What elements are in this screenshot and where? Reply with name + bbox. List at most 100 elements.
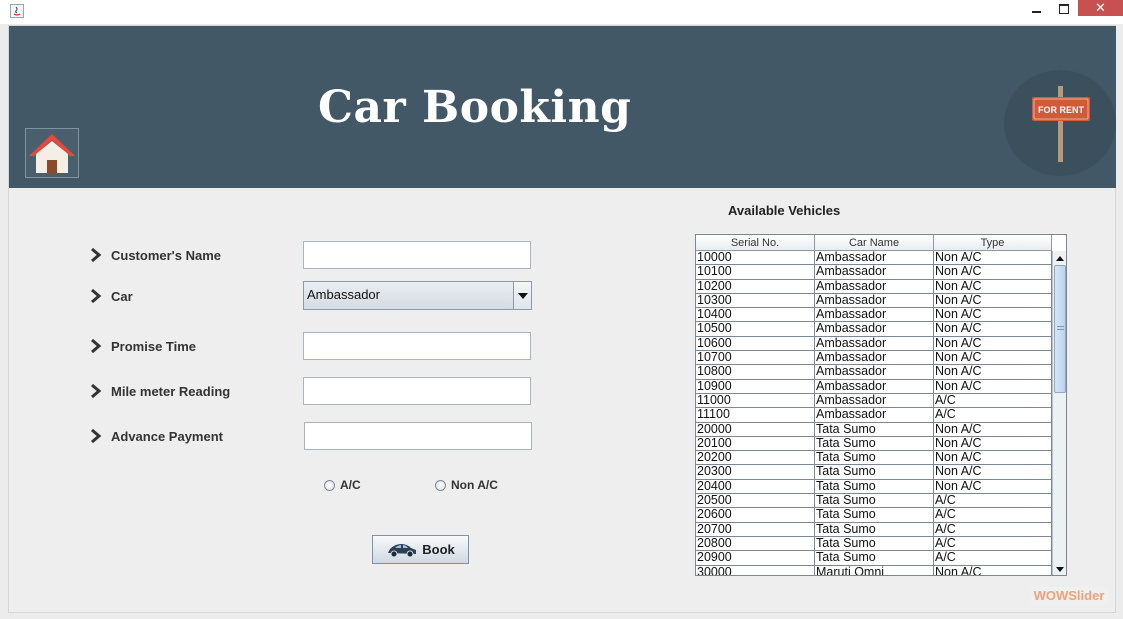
serial-cell: 20900	[696, 551, 815, 566]
table-row[interactable]: 20700 Tata Sumo A/C	[696, 522, 1052, 537]
serial-cell: 20000	[696, 422, 815, 437]
minimize-button[interactable]	[1023, 0, 1049, 18]
mile-meter-row: Mile meter Reading	[89, 381, 230, 401]
type-cell: Non A/C	[934, 379, 1052, 394]
type-cell: Non A/C	[934, 436, 1052, 452]
car-select[interactable]: Ambassador	[303, 281, 532, 310]
car-name-cell: Maruti Omni	[815, 565, 934, 575]
vehicles-table[interactable]: Serial No. Car Name Type 10000 Ambassador…	[695, 234, 1067, 576]
car-name-cell: Tata Sumo	[815, 465, 934, 480]
advance-payment-label: Advance Payment	[111, 428, 223, 444]
scrollbar-thumb[interactable]	[1054, 265, 1066, 393]
for-rent-text: FOR RENT	[1038, 105, 1085, 115]
car-name-cell: Tata Sumo	[815, 479, 934, 495]
car-name-cell: Ambassador	[815, 308, 934, 323]
table-row[interactable]: 10400 Ambassador Non A/C	[696, 308, 1052, 323]
table-row[interactable]: 10800 Ambassador Non A/C	[696, 365, 1052, 380]
type-cell: Non A/C	[934, 322, 1052, 337]
serial-cell: 20300	[696, 465, 815, 480]
table-row[interactable]: 20000 Tata Sumo Non A/C	[696, 422, 1052, 437]
serial-cell: 10300	[696, 293, 815, 309]
table-row[interactable]: 20500 Tata Sumo A/C	[696, 494, 1052, 509]
table-row[interactable]: 20900 Tata Sumo A/C	[696, 551, 1052, 566]
scroll-up-button[interactable]	[1053, 251, 1066, 265]
ac-radio[interactable]: A/C	[324, 478, 361, 492]
car-name-cell: Tata Sumo	[815, 494, 934, 509]
car-name-cell: Tata Sumo	[815, 436, 934, 452]
book-button[interactable]: Book	[372, 535, 469, 564]
type-cell: Non A/C	[934, 465, 1052, 480]
car-name-cell: Ambassador	[815, 336, 934, 352]
close-button[interactable]: ✕	[1078, 0, 1123, 16]
non-ac-radio-label: Non A/C	[451, 478, 498, 492]
type-cell: Non A/C	[934, 365, 1052, 380]
type-cell: Non A/C	[934, 351, 1052, 366]
serial-cell: 20400	[696, 479, 815, 495]
table-row[interactable]: 10300 Ambassador Non A/C	[696, 293, 1052, 309]
car-label: Car	[111, 288, 133, 304]
table-row[interactable]: 10100 Ambassador Non A/C	[696, 265, 1052, 280]
non-ac-radio-circle[interactable]	[435, 479, 446, 491]
table-row[interactable]: 10900 Ambassador Non A/C	[696, 379, 1052, 394]
table-row[interactable]: 10000 Ambassador Non A/C	[696, 251, 1052, 266]
car-name-cell: Ambassador	[815, 251, 934, 266]
table-row[interactable]: 11100 Ambassador A/C	[696, 408, 1052, 423]
table-row[interactable]: 10700 Ambassador Non A/C	[696, 351, 1052, 366]
arrow-up-icon	[1056, 255, 1064, 261]
chevron-right-icon	[91, 338, 102, 354]
serial-cell: 10400	[696, 308, 815, 323]
car-select-toggle[interactable]	[513, 282, 531, 309]
table-row[interactable]: 11000 Ambassador A/C	[696, 393, 1052, 409]
table-row[interactable]: 20600 Tata Sumo A/C	[696, 508, 1052, 523]
table-row[interactable]: 20300 Tata Sumo Non A/C	[696, 465, 1052, 480]
column-header-serial[interactable]: Serial No.	[696, 235, 815, 251]
promise-time-input[interactable]	[303, 332, 531, 360]
car-name-cell: Tata Sumo	[815, 551, 934, 566]
chevron-right-icon	[91, 288, 102, 304]
column-header-car-name[interactable]: Car Name	[815, 235, 934, 251]
window-titlebar: ✕	[0, 0, 1123, 24]
type-cell: Non A/C	[934, 451, 1052, 466]
table-row[interactable]: 10200 Ambassador Non A/C	[696, 279, 1052, 294]
customer-name-input[interactable]	[303, 241, 531, 269]
type-cell: A/C	[934, 494, 1052, 509]
table-scrollbar[interactable]	[1052, 251, 1066, 575]
serial-cell: 20200	[696, 451, 815, 466]
home-button[interactable]	[25, 128, 79, 178]
arrow-down-icon	[1056, 566, 1064, 572]
car-name-cell: Ambassador	[815, 408, 934, 423]
table-row[interactable]: 20400 Tata Sumo Non A/C	[696, 479, 1052, 495]
mile-meter-input[interactable]	[303, 377, 531, 405]
table-row[interactable]: 20800 Tata Sumo A/C	[696, 536, 1052, 552]
java-app-icon	[10, 4, 24, 18]
car-name-cell: Tata Sumo	[815, 536, 934, 552]
serial-cell: 10500	[696, 322, 815, 337]
home-icon	[29, 134, 75, 173]
available-vehicles-title: Available Vehicles	[728, 203, 841, 218]
page-title: Car Booking	[318, 82, 632, 133]
car-name-cell: Tata Sumo	[815, 508, 934, 523]
table-row[interactable]: 20200 Tata Sumo Non A/C	[696, 451, 1052, 466]
table-row[interactable]: 10600 Ambassador Non A/C	[696, 336, 1052, 352]
type-cell: Non A/C	[934, 279, 1052, 294]
maximize-button[interactable]	[1051, 0, 1077, 18]
car-name-cell: Tata Sumo	[815, 522, 934, 537]
table-row[interactable]: 10500 Ambassador Non A/C	[696, 322, 1052, 337]
serial-cell: 11000	[696, 393, 815, 409]
car-name-cell: Ambassador	[815, 293, 934, 309]
table-row[interactable]: 20100 Tata Sumo Non A/C	[696, 436, 1052, 452]
table-header: Serial No. Car Name Type	[696, 235, 1052, 251]
ac-radio-circle[interactable]	[324, 479, 335, 491]
serial-cell: 20100	[696, 436, 815, 452]
table-row[interactable]: 30000 Maruti Omni Non A/C	[696, 565, 1052, 575]
ac-radio-label: A/C	[340, 478, 361, 492]
column-header-type[interactable]: Type	[934, 235, 1052, 251]
scroll-down-button[interactable]	[1053, 562, 1066, 575]
type-cell: A/C	[934, 522, 1052, 537]
serial-cell: 11100	[696, 408, 815, 423]
type-cell: Non A/C	[934, 422, 1052, 437]
non-ac-radio[interactable]: Non A/C	[435, 478, 498, 492]
advance-payment-input[interactable]	[304, 422, 532, 450]
serial-cell: 20800	[696, 536, 815, 552]
advance-payment-row: Advance Payment	[89, 426, 223, 446]
